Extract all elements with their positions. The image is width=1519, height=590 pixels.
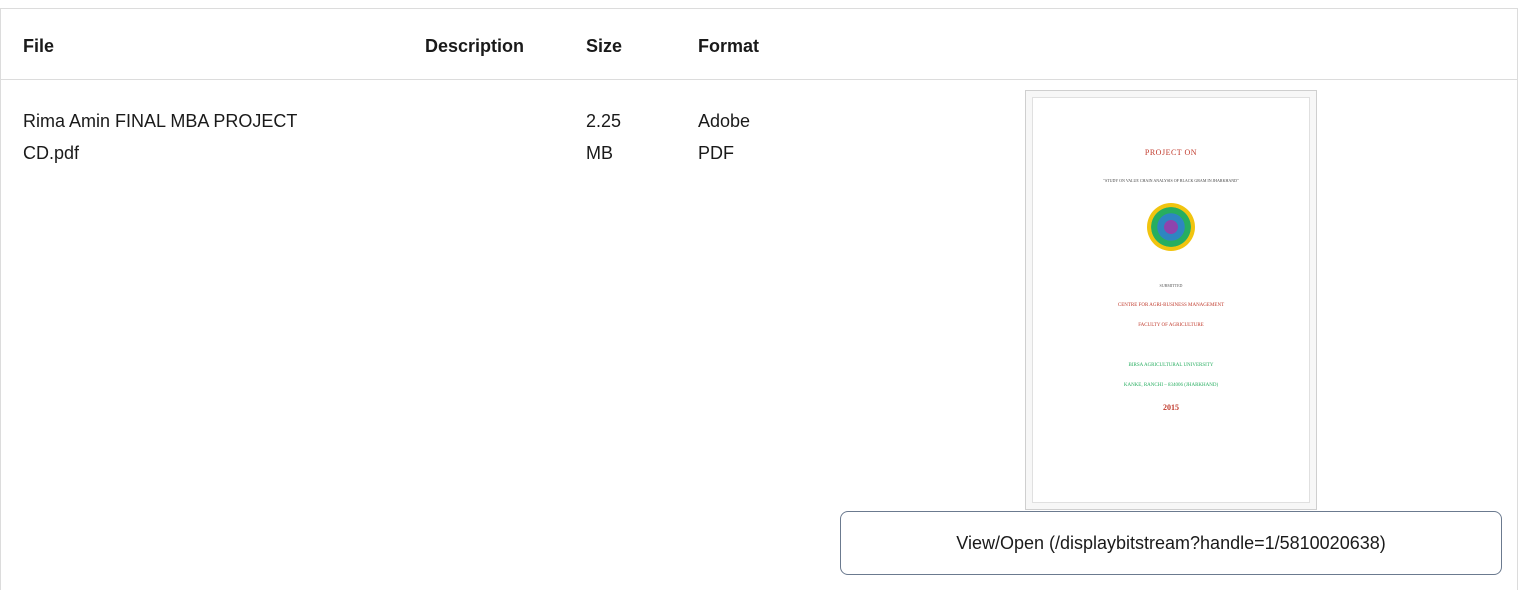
- thumb-year: 2015: [1163, 403, 1179, 412]
- university-seal-icon: [1147, 203, 1195, 251]
- header-format: Format: [698, 36, 760, 56]
- pdf-thumbnail[interactable]: PROJECT ON "STUDY ON VALUE CHAIN ANALYSI…: [1025, 90, 1317, 510]
- header-size: Size: [586, 36, 623, 56]
- header-file: File: [23, 36, 55, 56]
- thumb-faculty: FACULTY OF AGRICULTURE: [1138, 323, 1204, 328]
- file-format-line2: PDF: [698, 143, 734, 163]
- thumb-submitted: SUBMITTED: [1159, 283, 1183, 288]
- file-size-unit: MB: [586, 143, 613, 163]
- thumbnail-page: PROJECT ON "STUDY ON VALUE CHAIN ANALYSI…: [1032, 97, 1310, 503]
- file-format-line1: Adobe: [698, 111, 751, 131]
- file-size-cell: 2.25 MB: [586, 105, 646, 169]
- table-header: File Description Size Format: [1, 9, 1517, 80]
- thumb-university: BIRSA AGRICULTURAL UNIVERSITY: [1128, 363, 1214, 368]
- file-name-line2: CD.pdf: [23, 143, 80, 163]
- file-format-cell: Adobe PDF: [698, 105, 798, 169]
- file-name-line1: Rima Amin FINAL MBA PROJECT: [23, 111, 298, 131]
- file-name-cell: Rima Amin FINAL MBA PROJECT CD.pdf: [23, 105, 403, 169]
- view-open-button[interactable]: View/Open (/displaybitstream?handle=1/58…: [840, 511, 1502, 575]
- file-size-value: 2.25: [586, 111, 622, 131]
- thumb-subtitle: "STUDY ON VALUE CHAIN ANALYSIS OF BLACK …: [1103, 178, 1239, 183]
- thumb-centre: CENTRE FOR AGRI-BUSINESS MANAGEMENT: [1117, 303, 1225, 308]
- header-description: Description: [425, 36, 525, 56]
- thumb-place: KANKE, RANCHI – 834006 (JHARKHAND): [1123, 383, 1219, 388]
- thumb-title: PROJECT ON: [1144, 148, 1198, 157]
